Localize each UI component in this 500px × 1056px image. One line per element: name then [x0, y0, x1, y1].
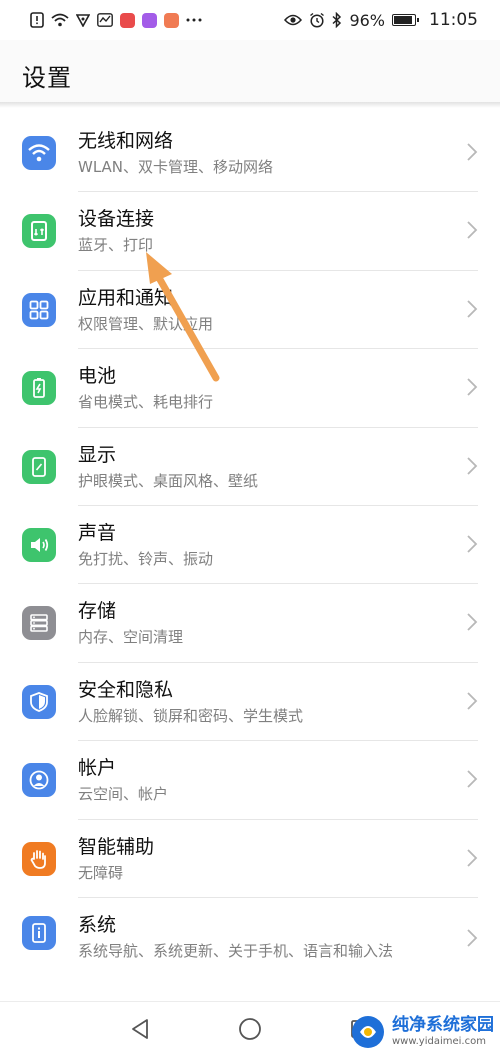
app-icon-purple — [142, 12, 157, 28]
chevron-right-icon — [467, 300, 478, 318]
app-icon-red — [120, 12, 135, 28]
status-bar-right: 96% 11:05 — [284, 10, 478, 30]
settings-item-smart-assistance[interactable]: 智能辅助 无障碍 — [0, 820, 500, 898]
account-icon — [22, 763, 56, 798]
battery-fill — [394, 16, 412, 24]
settings-item-storage[interactable]: 存储 内存、空间清理 — [0, 584, 500, 663]
settings-item-title: 存储 — [78, 600, 117, 623]
chevron-right-icon — [467, 456, 478, 475]
shield-icon — [22, 684, 56, 719]
eye-icon — [284, 14, 303, 26]
settings-item-system[interactable]: 系统 系统导航、系统更新、关于手机、语言和输入法 — [0, 898, 500, 998]
clock: 11:05 — [429, 10, 478, 30]
more-icon — [186, 17, 202, 23]
app-icon-orange — [164, 12, 179, 28]
settings-item-subtitle: 护眼模式、桌面风格、壁纸 — [78, 471, 259, 490]
settings-item-title: 电池 — [78, 365, 117, 388]
watermark: 纯净系统家园 www.yidaimei.com — [350, 1014, 494, 1050]
home-icon[interactable] — [238, 1017, 262, 1041]
settings-item-title: 应用和通知 — [78, 286, 174, 309]
device-connect-icon — [22, 214, 56, 249]
settings-item-title: 安全和隐私 — [78, 678, 174, 701]
settings-item-sound[interactable]: 声音 免打扰、铃声、振动 — [0, 506, 500, 585]
settings-item-battery[interactable]: 电池 省电模式、耗电排行 — [0, 349, 500, 428]
apps-grid-icon — [22, 292, 56, 327]
settings-item-wireless-network[interactable]: 无线和网络 WLAN、双卡管理、移动网络 — [0, 114, 500, 193]
wifi-icon — [22, 136, 56, 170]
settings-list: 无线和网络 WLAN、双卡管理、移动网络 设备连接 蓝牙、打印 应用和通知 权限… — [0, 114, 500, 998]
speaker-icon — [22, 527, 56, 562]
chevron-right-icon — [467, 221, 478, 240]
activity-icon — [97, 13, 113, 27]
settings-item-title: 声音 — [78, 521, 117, 544]
storage-icon — [22, 606, 56, 641]
vpn-icon — [76, 13, 90, 27]
chevron-right-icon — [467, 378, 478, 396]
settings-item-subtitle: 蓝牙、打印 — [78, 236, 154, 255]
watermark-logo-icon — [352, 1016, 384, 1048]
chevron-right-icon — [467, 143, 478, 161]
settings-item-apps-notifications[interactable]: 应用和通知 权限管理、默认应用 — [0, 271, 500, 350]
settings-item-subtitle: 内存、空间清理 — [78, 628, 184, 647]
title-divider — [0, 102, 500, 108]
watermark-url: www.yidaimei.com — [392, 1036, 486, 1047]
settings-item-title: 显示 — [78, 443, 117, 466]
settings-item-subtitle: 无障碍 — [78, 863, 124, 882]
settings-item-title: 帐户 — [78, 757, 117, 780]
status-bar-left — [30, 12, 202, 28]
battery-icon — [392, 14, 419, 26]
chevron-right-icon — [467, 535, 478, 553]
settings-item-subtitle: 省电模式、耗电排行 — [78, 393, 214, 412]
info-icon — [22, 915, 56, 950]
chevron-right-icon — [467, 770, 478, 788]
battery-percent: 96% — [349, 10, 385, 30]
chevron-right-icon — [467, 929, 478, 947]
settings-item-title: 无线和网络 — [78, 130, 174, 152]
settings-item-subtitle: WLAN、双卡管理、移动网络 — [78, 158, 274, 176]
settings-item-title: 设备连接 — [78, 208, 155, 231]
settings-item-display[interactable]: 显示 护眼模式、桌面风格、壁纸 — [0, 428, 500, 506]
display-icon — [22, 449, 56, 484]
back-icon[interactable] — [128, 1017, 152, 1041]
hand-icon — [22, 841, 56, 876]
settings-item-device-connection[interactable]: 设备连接 蓝牙、打印 — [0, 192, 500, 271]
chevron-right-icon — [467, 613, 478, 631]
settings-item-title: 系统 — [78, 913, 117, 936]
page-title: 设置 — [22, 64, 72, 92]
battery-icon — [22, 371, 56, 406]
alarm-icon — [309, 12, 325, 28]
settings-item-subtitle: 系统导航、系统更新、关于手机、语言和输入法 — [78, 941, 394, 960]
wifi-icon — [51, 13, 69, 27]
settings-item-subtitle: 云空间、帐户 — [78, 785, 169, 804]
title-bar: 设置 — [0, 40, 500, 102]
settings-item-subtitle: 权限管理、默认应用 — [78, 314, 214, 333]
settings-item-subtitle: 人脸解锁、锁屏和密码、学生模式 — [78, 706, 304, 725]
settings-item-subtitle: 免打扰、铃声、振动 — [78, 549, 214, 568]
status-bar: 96% 11:05 — [0, 0, 500, 40]
settings-item-security-privacy[interactable]: 安全和隐私 人脸解锁、锁屏和密码、学生模式 — [0, 663, 500, 742]
watermark-brand: 纯净系统家园 — [392, 1015, 494, 1035]
chevron-right-icon — [467, 848, 478, 867]
settings-item-title: 智能辅助 — [78, 835, 155, 858]
settings-item-account[interactable]: 帐户 云空间、帐户 — [0, 741, 500, 820]
alert-icon — [30, 12, 44, 28]
chevron-right-icon — [467, 692, 478, 710]
bluetooth-icon — [332, 12, 342, 28]
